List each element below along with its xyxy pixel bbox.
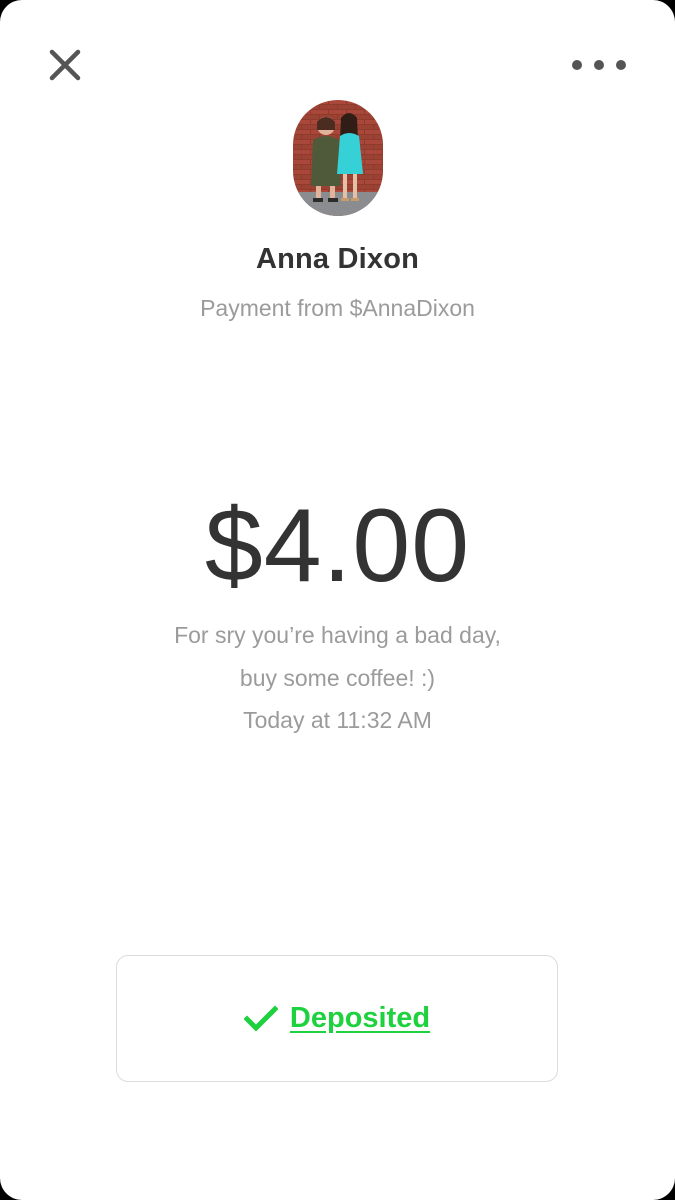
deposited-status-button[interactable]: Deposited — [116, 955, 558, 1082]
avatar-photo — [293, 100, 383, 216]
payment-timestamp: Today at 11:32 AM — [243, 707, 432, 733]
status-label[interactable]: Deposited — [290, 1002, 430, 1035]
status-content: Deposited — [243, 1002, 430, 1035]
close-icon — [49, 49, 81, 81]
payment-subtitle: Payment from $AnnaDixon — [200, 295, 475, 321]
payer-name: Anna Dixon — [255, 243, 420, 275]
avatar[interactable] — [293, 100, 383, 216]
checkmark-icon — [243, 1004, 278, 1032]
close-button[interactable] — [44, 44, 86, 86]
more-horizontal-icon — [572, 60, 626, 70]
more-options-button[interactable] — [566, 50, 632, 80]
payment-note: For sry you’re having a bad day, buy som… — [174, 622, 501, 691]
payment-detail-screen: Anna Dixon Payment from $AnnaDixon $4.00… — [0, 0, 675, 1200]
payment-amount: $4.00 — [204, 488, 471, 604]
